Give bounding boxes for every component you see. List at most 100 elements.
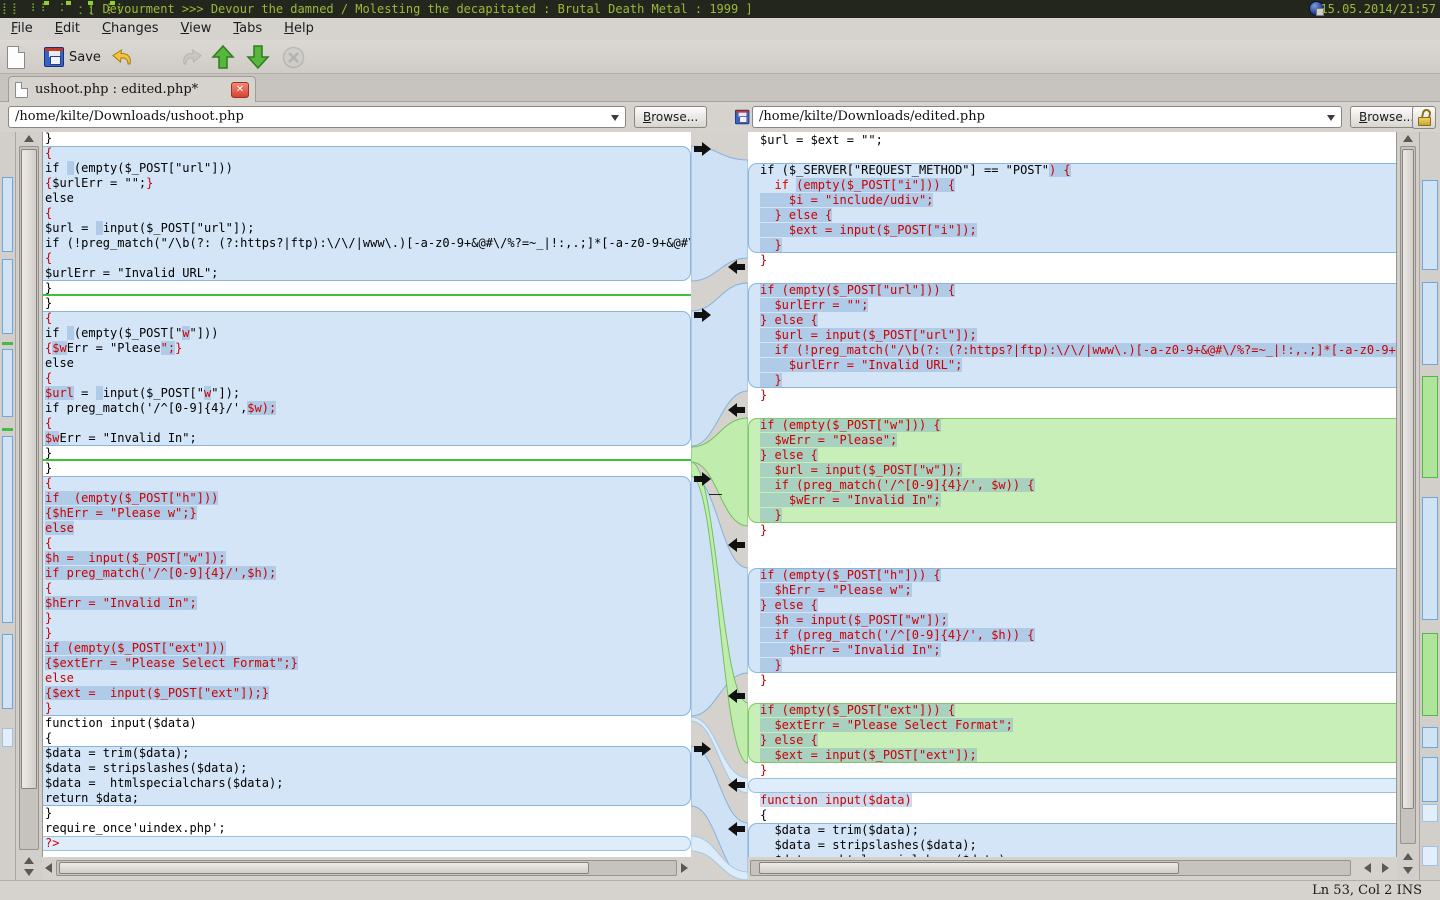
scroll-up-arrow-icon[interactable]	[24, 135, 34, 142]
tab-ushoot-edited[interactable]: ushoot.php : edited.php* ✕	[8, 76, 256, 102]
code-line: {$hErr = "Please w";}	[43, 506, 691, 521]
scroll-right-arrow-icon[interactable]	[1382, 863, 1389, 873]
diff-chunk: {if (empty($_POST["url"])){$urlErr = "";…	[43, 146, 691, 281]
scroll-up-arrow-icon[interactable]	[1403, 853, 1413, 860]
diff-chunk: {if (empty($_POST["h"])){$hErr = "Please…	[43, 476, 691, 716]
diff-chunk	[748, 778, 1396, 793]
code-line: $url = input($_POST["url"]);	[748, 328, 1396, 343]
left-overview-map[interactable]	[0, 132, 16, 880]
code-line: }	[748, 658, 1396, 673]
right-code-pane[interactable]: $urlErr = $extErr = "";$url = $ext = "";…	[748, 132, 1397, 880]
scroll-right-arrow-icon[interactable]	[681, 863, 688, 873]
scroll-down-arrow-icon[interactable]	[24, 869, 34, 876]
code-line: }	[43, 281, 691, 296]
undo-icon	[110, 45, 134, 69]
merge-left-arrow[interactable]	[728, 403, 745, 417]
left-vertical-scrollbar[interactable]	[16, 132, 42, 880]
code-line: ?>	[43, 836, 691, 851]
right-horizontal-scrollbar[interactable]	[748, 857, 1397, 880]
code-line: $url = input($_POST["url"]);	[43, 221, 691, 236]
redo-button[interactable]	[180, 43, 204, 71]
code-line: {	[43, 251, 691, 266]
code-line: }	[43, 701, 691, 716]
menu-tabs[interactable]: Tabs	[222, 18, 273, 40]
lock-scrolling-button[interactable]	[1412, 106, 1436, 129]
right-overview-map[interactable]	[1419, 132, 1440, 880]
scroll-down-arrow-icon[interactable]	[1403, 867, 1413, 874]
code-line: {$ext = input($_POST["ext"]);}	[43, 686, 691, 701]
code-line	[748, 403, 1396, 418]
left-hscroll-thumb[interactable]	[59, 862, 589, 874]
diff-gutter	[691, 132, 748, 880]
code-line: {	[43, 146, 691, 161]
code-line: {$extErr = "Please Select Format";}	[43, 656, 691, 671]
menu-changes[interactable]: Changes	[91, 18, 170, 40]
map-chunk-marker	[1422, 727, 1438, 748]
left-code-pane[interactable]: }{if (empty($_POST["url"])){$urlErr = ""…	[42, 132, 691, 880]
right-vscroll-thumb[interactable]	[1402, 149, 1414, 809]
new-file-button[interactable]	[7, 43, 25, 71]
code-line: }	[43, 296, 691, 311]
merge-left-arrow[interactable]	[728, 538, 745, 552]
code-line: } else {	[748, 733, 1396, 748]
stop-x-icon	[282, 46, 305, 69]
code-line: $wErr = "Please";	[748, 433, 1396, 448]
next-change-button[interactable]	[246, 43, 270, 71]
previous-change-button[interactable]	[211, 43, 235, 71]
code-line: else	[43, 191, 691, 206]
right-file-combo[interactable]: /home/kilte/Downloads/edited.php	[752, 106, 1342, 128]
code-line: }	[748, 373, 1396, 388]
code-line: $data = trim($data);	[43, 746, 691, 761]
chevron-down-icon	[1327, 115, 1335, 125]
code-line: if (empty($_POST["w"])) {	[748, 418, 1396, 433]
left-browse-button[interactable]: Browse...	[634, 106, 707, 128]
code-line: function input($data)	[43, 716, 691, 731]
code-line: {	[748, 808, 1396, 823]
right-hscroll-thumb[interactable]	[759, 862, 1179, 874]
save-button[interactable]: Save	[44, 43, 101, 71]
map-chunk-marker	[2, 634, 13, 709]
map-chunk-marker	[1422, 180, 1438, 270]
left-horizontal-scrollbar[interactable]	[42, 857, 691, 880]
menu-file[interactable]: File	[0, 18, 44, 40]
code-line: {	[43, 311, 691, 326]
code-line: {	[43, 536, 691, 551]
scroll-up-arrow-icon[interactable]	[24, 857, 34, 864]
stop-button[interactable]	[282, 43, 305, 71]
code-line: } else {	[748, 448, 1396, 463]
scroll-up-arrow-icon[interactable]	[1403, 135, 1413, 142]
diff-chunk: ?>	[43, 836, 691, 851]
map-chunk-marker	[2, 177, 13, 252]
code-line: $hErr = "Please w";	[748, 583, 1396, 598]
code-line: require_once'uindex.php';	[43, 821, 691, 836]
code-line: } else {	[748, 208, 1396, 223]
toolbar: Save	[0, 40, 1440, 74]
code-line: }	[748, 508, 1396, 523]
code-line: if (!preg_match("/\b(?: (?:https?|ftp):\…	[43, 236, 691, 251]
code-line: }	[748, 238, 1396, 253]
code-line	[748, 688, 1396, 703]
code-line: {	[43, 416, 691, 431]
left-vscroll-thumb[interactable]	[21, 149, 37, 789]
code-line	[748, 148, 1396, 163]
arrow-down-icon	[246, 44, 270, 70]
code-line: }	[748, 523, 1396, 538]
tab-close-button[interactable]: ✕	[231, 82, 249, 98]
scroll-left-arrow-icon[interactable]	[1364, 863, 1371, 873]
chunk-divider	[43, 459, 691, 461]
menu-view[interactable]: View	[170, 18, 223, 40]
scroll-left-arrow-icon[interactable]	[45, 863, 52, 873]
code-line: if (empty($_POST["ext"])) {	[748, 703, 1396, 718]
right-vertical-scrollbar[interactable]	[1397, 132, 1419, 880]
code-line: if (preg_match('/^[0-9]{4}/', $h)) {	[748, 628, 1396, 643]
code-line	[748, 778, 1396, 793]
menu-help[interactable]: Help	[273, 18, 325, 40]
menu-edit[interactable]: Edit	[44, 18, 91, 40]
code-line: $hErr = "Invalid In";	[748, 643, 1396, 658]
tray-led-icon	[44, 1, 49, 5]
code-line: $data = htmlspecialchars($data);	[43, 776, 691, 791]
left-file-combo[interactable]: /home/kilte/Downloads/ushoot.php	[8, 106, 626, 128]
undo-button[interactable]	[110, 43, 134, 71]
now-playing-title: [ Devourment >>> Devour the damned / Mol…	[88, 0, 753, 18]
code-line: if (empty($_POST["h"])) {	[748, 568, 1396, 583]
